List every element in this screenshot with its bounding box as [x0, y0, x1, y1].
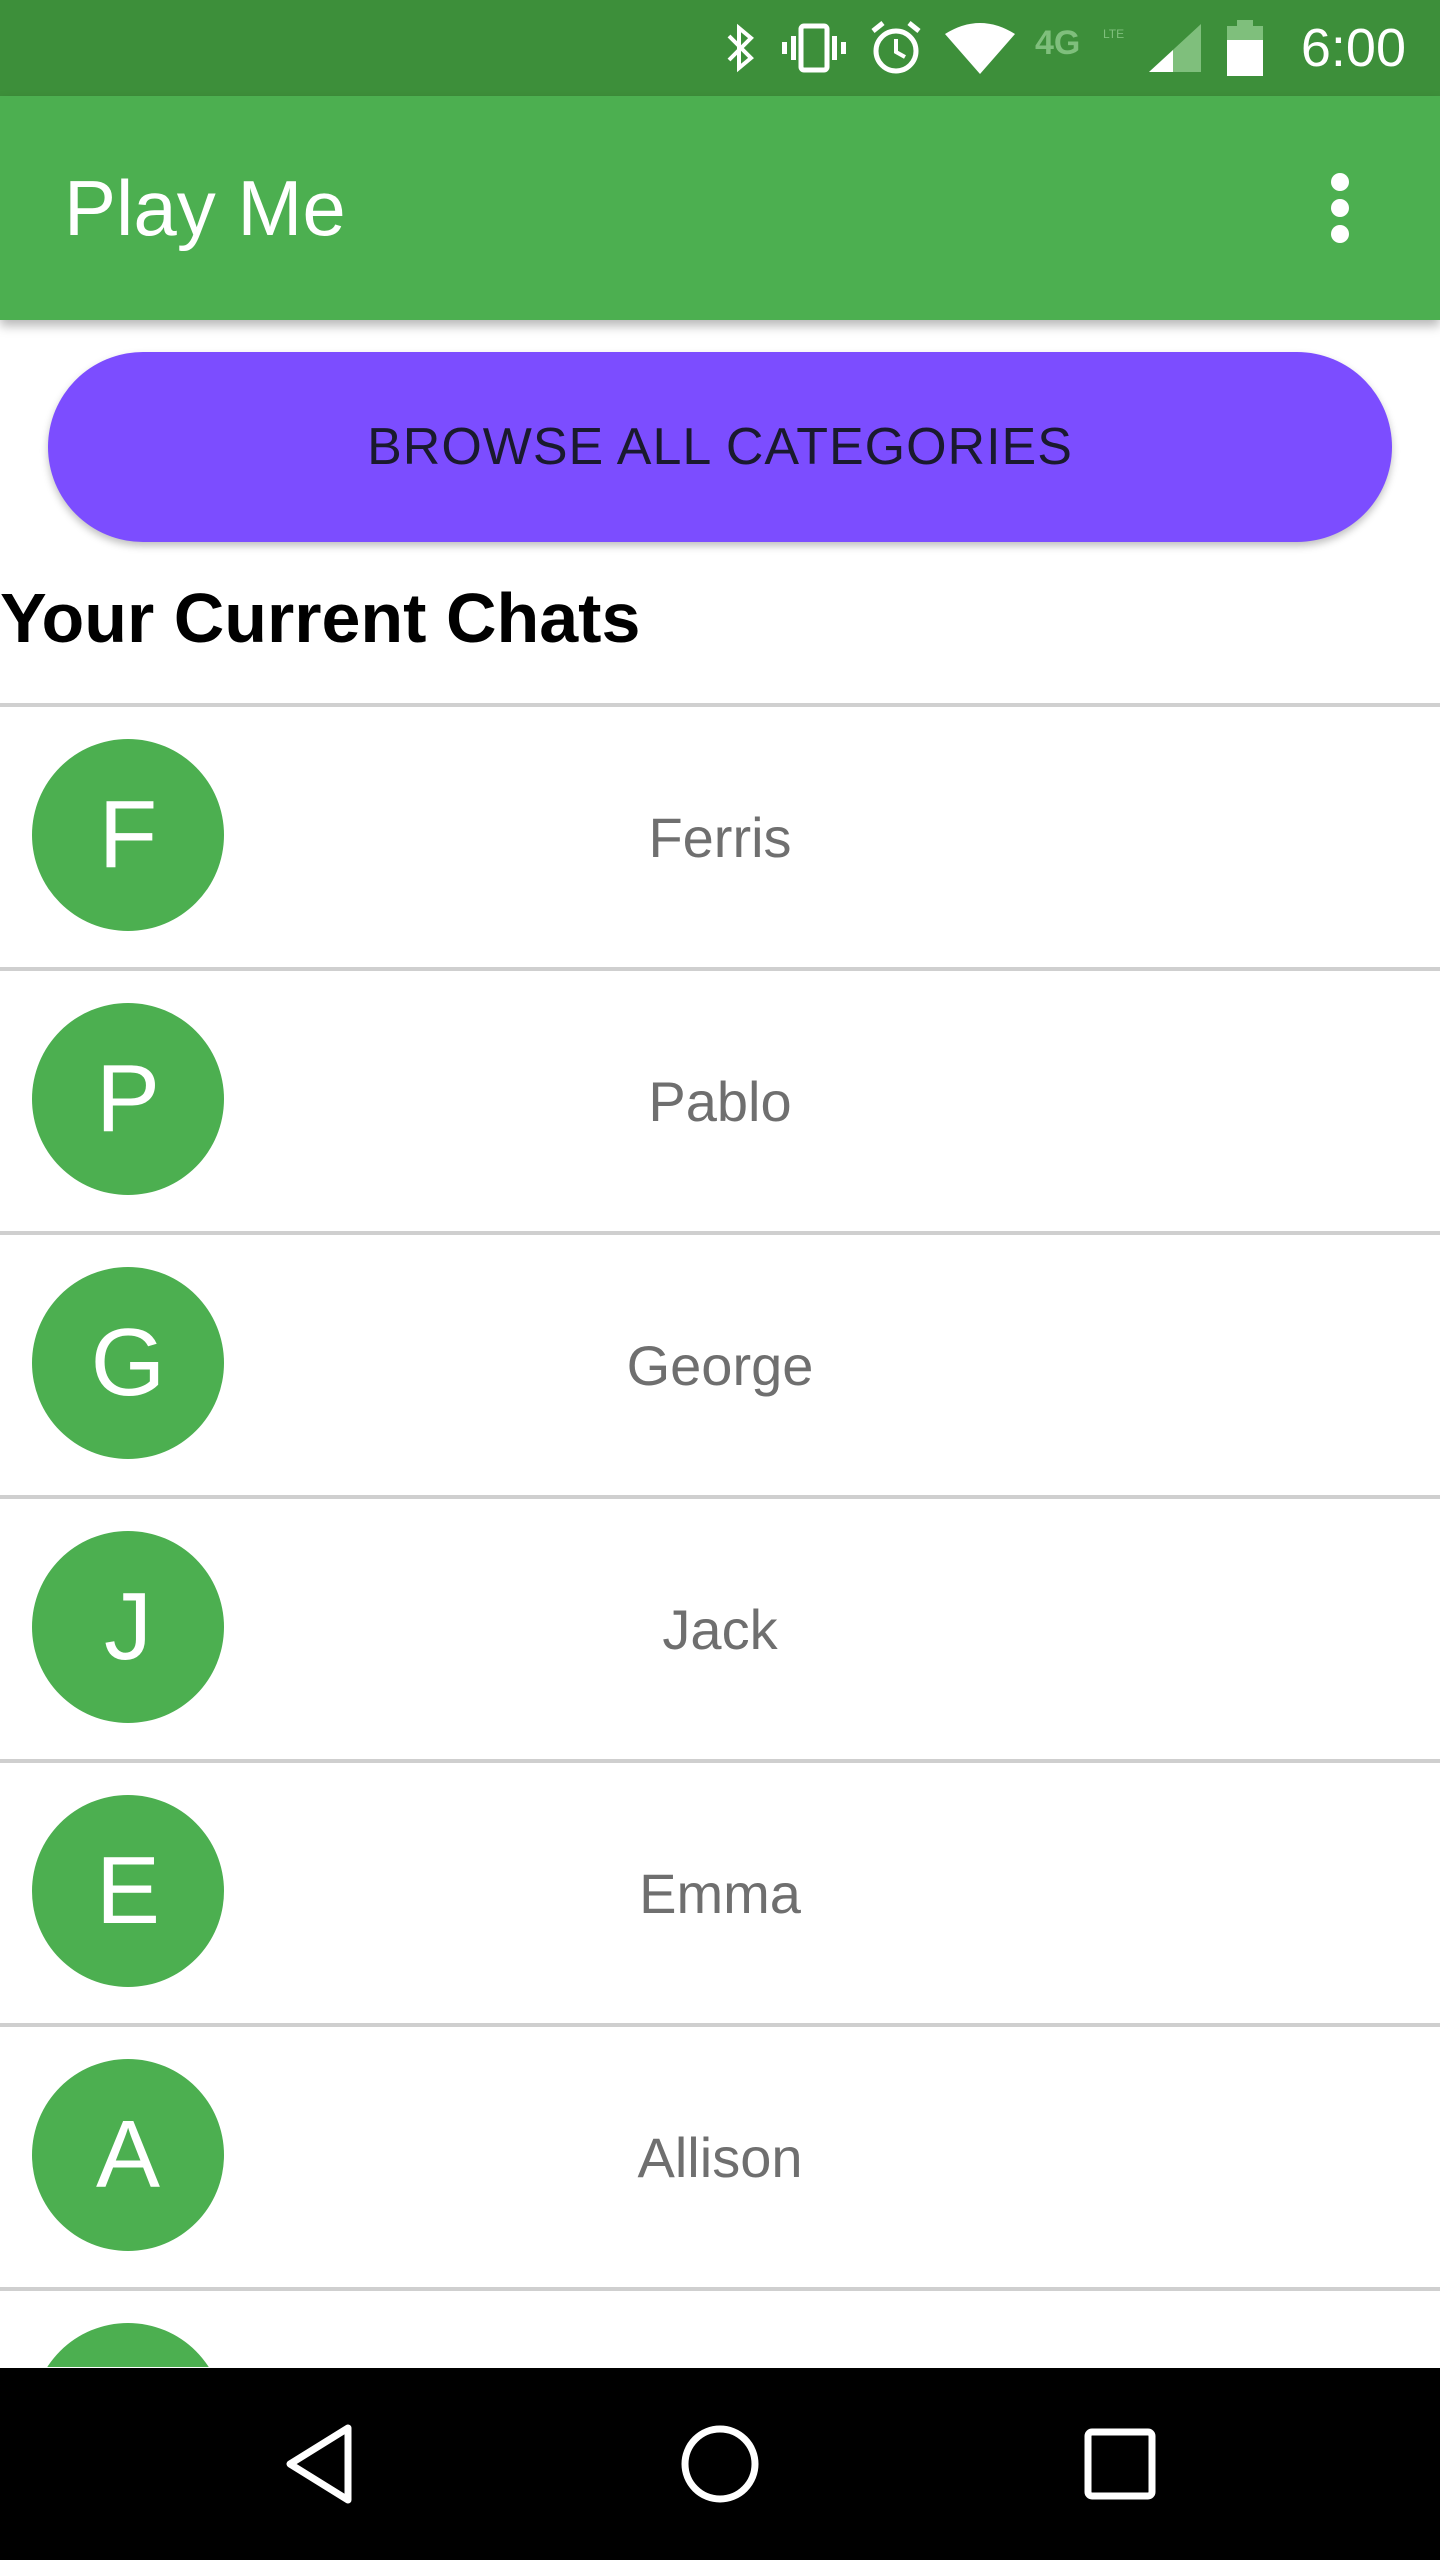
browse-all-categories-button[interactable]: BROWSE ALL CATEGORIES	[48, 352, 1392, 542]
chat-list: F Ferris P Pablo G George J Jack E Emma …	[0, 703, 1440, 2367]
recents-button[interactable]	[1060, 2404, 1180, 2524]
status-icons: 4G LTE 6:00	[703, 0, 1440, 96]
chat-list-item-partial[interactable]	[0, 2291, 1440, 2367]
overflow-menu-button[interactable]	[1280, 148, 1400, 268]
status-time: 6:00	[1300, 18, 1406, 78]
recents-icon	[1084, 2428, 1156, 2500]
battery-icon	[1223, 18, 1267, 78]
app-title: Play Me	[64, 164, 346, 252]
vibrate-icon	[779, 20, 849, 76]
home-button[interactable]	[660, 2404, 780, 2524]
chat-list-item-emma[interactable]: E Emma	[0, 1763, 1440, 2027]
bluetooth-icon	[721, 20, 761, 76]
status-bar: 4G LTE 6:00	[0, 0, 1440, 96]
chat-list-item-ferris[interactable]: F Ferris	[0, 707, 1440, 971]
svg-text:LTE: LTE	[1103, 27, 1124, 41]
signal-icon	[1145, 20, 1205, 76]
lte-icon: 4G LTE	[1035, 20, 1127, 76]
chat-name: Pablo	[648, 1069, 792, 1133]
chat-name: Allison	[637, 2125, 803, 2189]
section-title: Your Current Chats	[0, 579, 641, 657]
home-icon	[681, 2425, 759, 2503]
browse-all-categories-label: BROWSE ALL CATEGORIES	[367, 418, 1073, 476]
chat-name: Ferris	[648, 805, 792, 869]
overflow-menu-icon	[1331, 173, 1349, 243]
chat-name: Jack	[662, 1597, 778, 1661]
chat-list-item-jack[interactable]: J Jack	[0, 1499, 1440, 1763]
back-icon	[286, 2424, 352, 2504]
chat-name: Emma	[639, 1861, 801, 1925]
network-label: 4G	[1035, 24, 1080, 62]
chat-list-item-george[interactable]: G George	[0, 1235, 1440, 1499]
wifi-icon	[943, 20, 1017, 76]
app-bar: Play Me	[0, 96, 1440, 320]
chat-list-item-allison[interactable]: A Allison	[0, 2027, 1440, 2291]
alarm-icon	[867, 19, 925, 77]
chat-name	[0, 2291, 1440, 2367]
back-button[interactable]	[260, 2404, 380, 2524]
chat-list-item-pablo[interactable]: P Pablo	[0, 971, 1440, 1235]
navigation-bar	[0, 2368, 1440, 2560]
chat-name: George	[626, 1333, 814, 1397]
